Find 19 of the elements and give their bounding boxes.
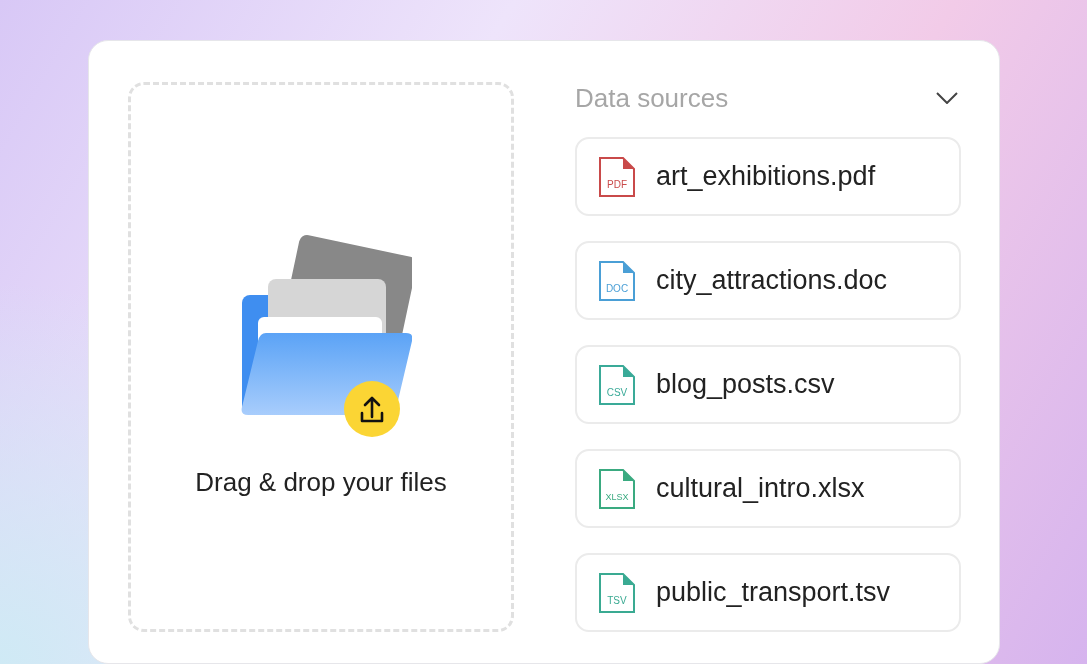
- file-item[interactable]: DOC city_attractions.doc: [575, 241, 961, 320]
- file-icon: CSV: [598, 363, 636, 406]
- file-icon: TSV: [598, 571, 636, 614]
- file-item[interactable]: XLSX cultural_intro.xlsx: [575, 449, 961, 528]
- file-name: art_exhibitions.pdf: [656, 160, 876, 194]
- drop-zone-label: Drag & drop your files: [195, 466, 447, 499]
- section-title: Data sources: [575, 81, 729, 115]
- file-name: public_transport.tsv: [656, 576, 891, 610]
- drop-zone[interactable]: Drag & drop your files: [128, 82, 514, 632]
- chevron-down-icon[interactable]: [936, 92, 958, 104]
- file-name: city_attractions.doc: [656, 264, 888, 298]
- file-icon: XLSX: [598, 467, 636, 510]
- file-item[interactable]: TSV public_transport.tsv: [575, 553, 961, 632]
- file-item[interactable]: PDF art_exhibitions.pdf: [575, 137, 961, 216]
- file-icon: PDF: [598, 155, 636, 198]
- file-name: blog_posts.csv: [656, 368, 835, 402]
- file-icon: DOC: [598, 259, 636, 302]
- file-item[interactable]: CSV blog_posts.csv: [575, 345, 961, 424]
- file-name: cultural_intro.xlsx: [656, 472, 865, 506]
